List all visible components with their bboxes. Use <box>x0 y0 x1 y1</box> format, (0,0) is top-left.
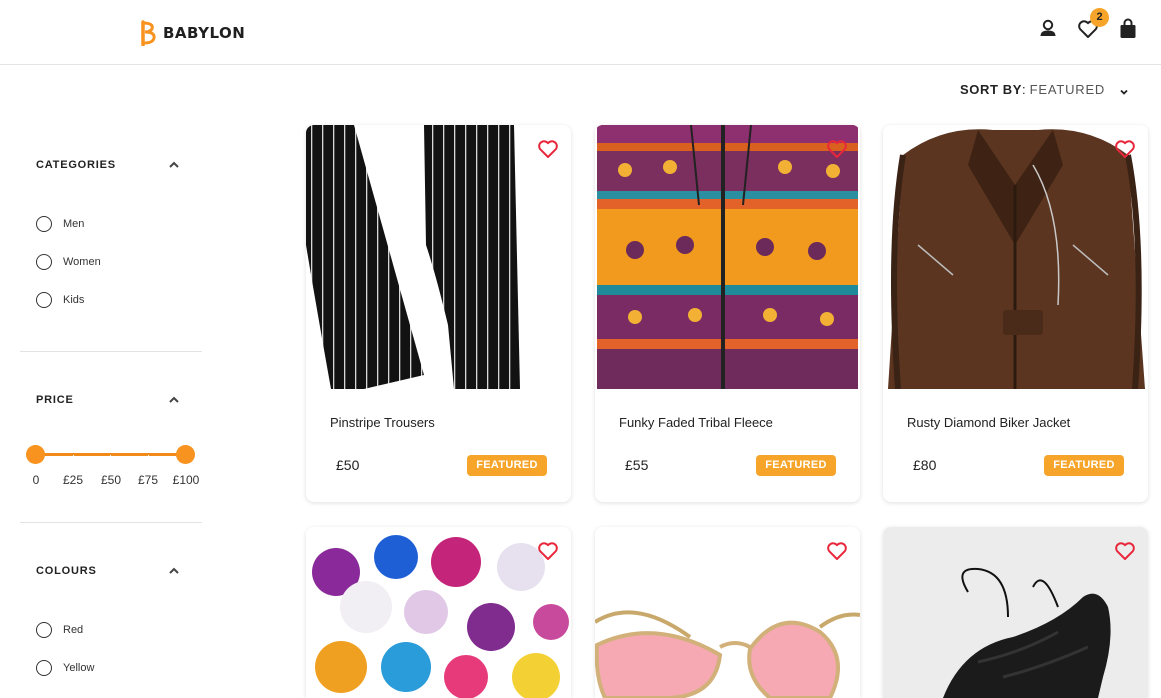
heart-icon[interactable] <box>826 540 848 562</box>
categories-title: CATEGORIES <box>36 159 116 171</box>
top-header: BABYLON 2 <box>0 0 1161 65</box>
sort-colon: : <box>1021 82 1026 97</box>
sort-dropdown[interactable]: SORT BY : FEATURED <box>960 82 1129 97</box>
radio-button[interactable] <box>36 660 52 676</box>
chevron-up-icon[interactable] <box>167 564 181 578</box>
sidebar-divider <box>20 351 202 352</box>
product-card[interactable] <box>595 527 860 698</box>
category-option-kids[interactable]: Kids <box>36 292 84 308</box>
colours-title: COLOURS <box>36 565 97 577</box>
price-tick-label: £25 <box>62 473 84 487</box>
price-tick-label: £75 <box>137 473 159 487</box>
chevron-up-icon[interactable] <box>167 158 181 172</box>
heart-icon[interactable] <box>537 138 559 160</box>
brand-logo[interactable]: BABYLON <box>141 20 245 46</box>
colour-option-red[interactable]: Red <box>36 622 83 638</box>
sort-value: FEATURED <box>1029 82 1106 97</box>
product-price: £80 <box>913 457 937 473</box>
radio-button[interactable] <box>36 292 52 308</box>
product-card[interactable]: Pinstripe Trousers £50 FEATURED <box>306 125 571 502</box>
product-card[interactable] <box>306 527 571 698</box>
price-min-handle[interactable] <box>26 445 45 464</box>
price-max-handle[interactable] <box>176 445 195 464</box>
slider-tick <box>148 455 149 458</box>
radio-button[interactable] <box>36 622 52 638</box>
brand-name: BABYLON <box>163 24 246 42</box>
category-label: Men <box>63 218 85 230</box>
product-image-black-sneaker[interactable] <box>883 527 1148 698</box>
babylon-logo-mark <box>141 20 156 46</box>
product-card[interactable]: Funky Faded Tribal Fleece £55 FEATURED <box>595 125 860 502</box>
product-name[interactable]: Pinstripe Trousers <box>330 415 435 430</box>
price-title: PRICE <box>36 394 74 406</box>
slider-tick <box>73 455 74 458</box>
radio-button[interactable] <box>36 216 52 232</box>
slider-tick <box>110 455 111 458</box>
product-card[interactable] <box>883 527 1148 698</box>
category-option-men[interactable]: Men <box>36 216 84 232</box>
heart-icon[interactable] <box>537 540 559 562</box>
product-image-heart-sunglasses[interactable] <box>595 527 860 698</box>
radio-button[interactable] <box>36 254 52 270</box>
price-slider-track[interactable] <box>36 453 186 456</box>
price-tick-label: £50 <box>100 473 122 487</box>
product-name[interactable]: Rusty Diamond Biker Jacket <box>907 415 1070 430</box>
featured-badge: FEATURED <box>467 455 547 476</box>
product-image-flower-clips[interactable] <box>306 527 571 698</box>
heart-icon[interactable] <box>826 138 848 160</box>
featured-badge: FEATURED <box>756 455 836 476</box>
shopping-bag-icon[interactable] <box>1117 18 1139 40</box>
product-price: £50 <box>336 457 360 473</box>
price-tick-label: £100 <box>172 473 200 487</box>
product-price: £55 <box>625 457 649 473</box>
category-label: Kids <box>63 294 85 306</box>
sidebar-divider <box>20 522 202 523</box>
product-card[interactable]: Rusty Diamond Biker Jacket £80 FEATURED <box>883 125 1148 502</box>
user-icon[interactable] <box>1037 18 1059 40</box>
category-option-women[interactable]: Women <box>36 254 101 270</box>
category-label: Women <box>63 256 101 268</box>
sort-label: SORT BY <box>960 82 1022 97</box>
featured-badge: FEATURED <box>1044 455 1124 476</box>
chevron-down-icon <box>1120 89 1128 95</box>
heart-icon[interactable] <box>1114 138 1136 160</box>
chevron-up-icon[interactable] <box>167 393 181 407</box>
product-image-pinstripe-trousers[interactable] <box>306 125 571 389</box>
product-name[interactable]: Funky Faded Tribal Fleece <box>619 415 773 430</box>
product-image-tribal-fleece[interactable] <box>595 125 860 389</box>
wishlist-count-badge: 2 <box>1090 8 1109 27</box>
colour-label: Yellow <box>63 662 95 674</box>
colour-label: Red <box>63 624 84 636</box>
heart-icon[interactable] <box>1114 540 1136 562</box>
colour-option-yellow[interactable]: Yellow <box>36 660 94 676</box>
product-image-biker-jacket[interactable] <box>883 125 1148 389</box>
price-tick-label: 0 <box>32 473 40 487</box>
